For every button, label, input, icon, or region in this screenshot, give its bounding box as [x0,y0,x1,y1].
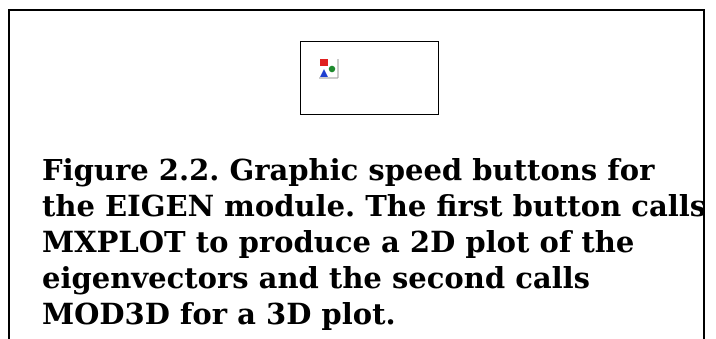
green-circle-shape [328,65,336,73]
shapes-plot-icon [318,58,339,79]
figure-caption: Figure 2.2. Graphic speed buttons for th… [42,153,707,331]
mxplot-speed-button[interactable] [318,58,339,79]
red-square-shape [320,59,328,66]
speed-button-panel [300,41,439,115]
figure-frame: Figure 2.2. Graphic speed buttons for th… [8,9,707,339]
